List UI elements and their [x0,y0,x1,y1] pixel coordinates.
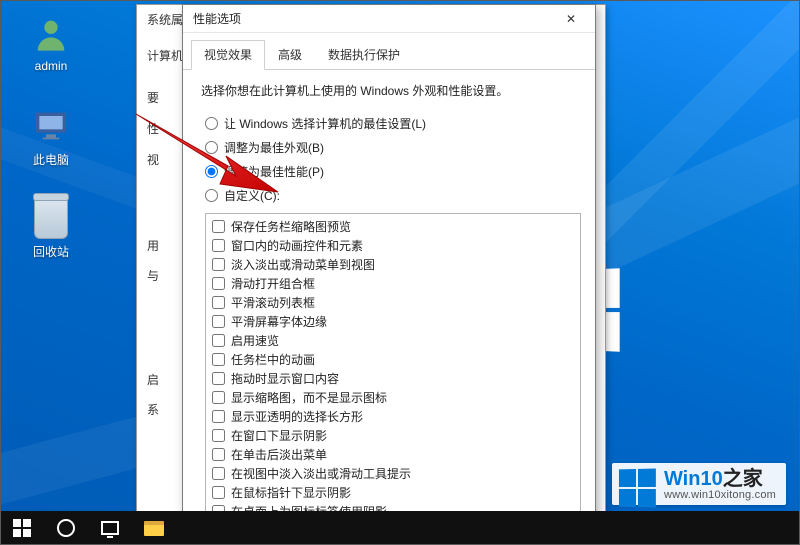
start-button[interactable] [0,511,44,545]
visual-effect-item[interactable]: 在窗口下显示阴影 [212,426,574,445]
taskbar [0,511,800,545]
radio-input[interactable] [205,141,218,154]
taskview-icon [101,521,119,535]
checkbox-input[interactable] [212,391,225,404]
checkbox-input[interactable] [212,277,225,290]
visual-effect-item[interactable]: 显示亚透明的选择长方形 [212,407,574,426]
checkbox-input[interactable] [212,410,225,423]
radio-custom[interactable]: 自定义(C): [205,183,581,207]
visual-effect-item[interactable]: 启用速览 [212,331,574,350]
radio-input[interactable] [205,117,218,130]
radio-group: 让 Windows 选择计算机的最佳设置(L) 调整为最佳外观(B) 调整为最佳… [205,111,581,207]
desktop-icon-label: 此电脑 [14,151,88,168]
checkbox-input[interactable] [212,372,225,385]
tab-strip: 视觉效果 高级 数据执行保护 [183,33,595,70]
visual-effect-item[interactable]: 任务栏中的动画 [212,350,574,369]
tab-dep[interactable]: 数据执行保护 [315,40,413,70]
visual-effect-item[interactable]: 保存任务栏缩略图预览 [212,217,574,236]
checkbox-input[interactable] [212,334,225,347]
radio-input[interactable] [205,189,218,202]
radio-best-appearance[interactable]: 调整为最佳外观(B) [205,135,581,159]
checkbox-input[interactable] [212,486,225,499]
user-icon [31,14,71,54]
visual-effect-item[interactable]: 拖动时显示窗口内容 [212,369,574,388]
computer-icon [30,106,72,146]
desktop-icon-user[interactable]: admin [14,12,88,73]
visual-effect-item[interactable]: 窗口内的动画控件和元素 [212,236,574,255]
radio-let-windows-choose[interactable]: 让 Windows 选择计算机的最佳设置(L) [205,111,581,135]
cortana-button[interactable] [44,511,88,545]
visual-effects-list[interactable]: 保存任务栏缩略图预览窗口内的动画控件和元素淡入淡出或滑动菜单到视图滑动打开组合框… [205,213,581,525]
visual-effect-item[interactable]: 显示缩略图，而不是显示图标 [212,388,574,407]
recyclebin-icon [34,197,68,239]
checkbox-input[interactable] [212,315,225,328]
radio-input[interactable] [205,165,218,178]
visual-effect-item[interactable]: 在鼠标指针下显示阴影 [212,483,574,502]
titlebar[interactable]: 性能选项 ✕ [183,5,595,33]
checkbox-input[interactable] [212,220,225,233]
folder-icon [144,521,164,536]
visual-effect-item[interactable]: 淡入淡出或滑动菜单到视图 [212,255,574,274]
desktop-icon-recyclebin[interactable]: 回收站 [14,196,88,260]
checkbox-input[interactable] [212,429,225,442]
watermark: Win10之家 www.win10xitong.com [612,463,786,505]
window-title: 性能选项 [193,10,241,27]
close-icon: ✕ [566,12,576,26]
taskview-button[interactable] [88,511,132,545]
performance-options-dialog: 性能选项 ✕ 视觉效果 高级 数据执行保护 选择你想在此计算机上使用的 Wind… [182,4,596,544]
intro-text: 选择你想在此计算机上使用的 Windows 外观和性能设置。 [201,82,581,99]
checkbox-input[interactable] [212,353,225,366]
visual-effect-item[interactable]: 在单击后淡出菜单 [212,445,574,464]
visual-effect-item[interactable]: 平滑屏幕字体边缘 [212,312,574,331]
tab-visual-effects[interactable]: 视觉效果 [191,40,265,70]
visual-effect-item[interactable]: 在视图中淡入淡出或滑动工具提示 [212,464,574,483]
checkbox-input[interactable] [212,467,225,480]
windows-start-icon [13,519,31,537]
tab-advanced[interactable]: 高级 [265,40,315,70]
desktop-icon-thispc[interactable]: 此电脑 [14,104,88,168]
desktop-icon-label: admin [14,59,88,73]
checkbox-input[interactable] [212,448,225,461]
watermark-logo-icon [619,469,656,508]
radio-best-performance[interactable]: 调整为最佳性能(P) [205,159,581,183]
cortana-icon [57,519,75,537]
desktop-icon-label: 回收站 [14,243,88,260]
checkbox-input[interactable] [212,296,225,309]
checkbox-input[interactable] [212,258,225,271]
visual-effect-item[interactable]: 平滑滚动列表框 [212,293,574,312]
tab-content: 选择你想在此计算机上使用的 Windows 外观和性能设置。 让 Windows… [183,70,595,543]
explorer-taskbar-button[interactable] [132,511,176,545]
visual-effect-item[interactable]: 滑动打开组合框 [212,274,574,293]
checkbox-input[interactable] [212,239,225,252]
close-button[interactable]: ✕ [551,7,591,31]
